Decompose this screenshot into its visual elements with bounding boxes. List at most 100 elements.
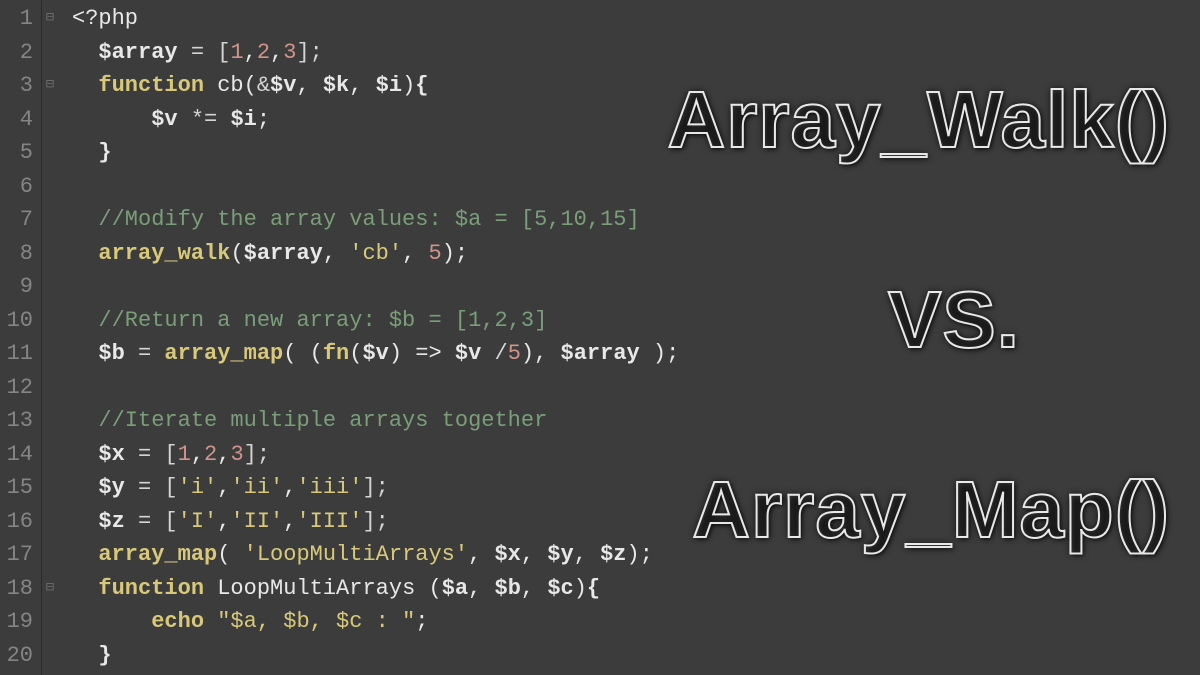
token-punct: , [349, 73, 375, 98]
code-line[interactable]: $array = [1,2,3]; [72, 36, 679, 70]
fold-marker[interactable]: ⊟ [44, 69, 56, 103]
token-fn-name: LoopMultiArrays [217, 576, 415, 601]
token-var: $k [323, 73, 349, 98]
token-op [72, 475, 98, 500]
token-comment: //Iterate multiple arrays together [98, 408, 547, 433]
code-line[interactable]: function LoopMultiArrays ($a, $b, $c){ [72, 572, 679, 606]
fold-marker[interactable]: ⊟ [44, 2, 56, 36]
token-tag: <?php [72, 6, 138, 31]
token-var: $b [495, 576, 521, 601]
line-number: 16 [4, 505, 33, 539]
fold-marker [44, 103, 56, 137]
token-str: 'i' [178, 475, 218, 500]
fold-marker [44, 36, 56, 70]
token-punct: ) => [389, 341, 455, 366]
code-line[interactable]: //Iterate multiple arrays together [72, 404, 679, 438]
code-line[interactable]: $b = array_map( (fn($v) => $v /5), $arra… [72, 337, 679, 371]
fold-marker [44, 237, 56, 271]
code-line[interactable]: //Modify the array values: $a = [5,10,15… [72, 203, 679, 237]
token-punct: ) [402, 73, 415, 98]
fold-marker [44, 438, 56, 472]
token-kw: fn [323, 341, 349, 366]
token-punct: , [521, 576, 547, 601]
token-comment: //Modify the array values: $a = [5,10,15… [98, 207, 639, 232]
token-punct: ( ( [283, 341, 323, 366]
token-op [72, 107, 151, 132]
line-number: 1 [4, 2, 33, 36]
token-op [204, 609, 217, 634]
fold-marker [44, 605, 56, 639]
token-punct: ; [415, 609, 428, 634]
code-editor: 1234567891011121314151617181920 ⊟⊟⊟ <?ph… [0, 0, 1200, 675]
code-line[interactable]: $z = ['I','II','III']; [72, 505, 679, 539]
token-num: 3 [230, 442, 243, 467]
token-punct: , [574, 542, 600, 567]
fold-marker[interactable]: ⊟ [44, 572, 56, 606]
code-line[interactable]: } [72, 136, 679, 170]
code-line[interactable]: $x = [1,2,3]; [72, 438, 679, 472]
line-number: 12 [4, 371, 33, 405]
token-num: 2 [257, 40, 270, 65]
line-number: 15 [4, 471, 33, 505]
token-str: 'I' [178, 509, 218, 534]
line-number-gutter: 1234567891011121314151617181920 [0, 0, 42, 675]
token-op: *= [178, 107, 231, 132]
token-fn-name: cb [217, 73, 243, 98]
token-punct: ( [230, 241, 243, 266]
code-line[interactable]: array_map( 'LoopMultiArrays', $x, $y, $z… [72, 538, 679, 572]
token-op [204, 576, 217, 601]
token-var: $array [244, 241, 323, 266]
token-brace: { [587, 576, 600, 601]
token-op: = [ [125, 475, 178, 500]
code-area[interactable]: <?php $array = [1,2,3]; function cb(&$v,… [60, 0, 679, 675]
line-number: 6 [4, 170, 33, 204]
token-punct: , [468, 576, 494, 601]
token-kw: echo [151, 609, 204, 634]
code-line[interactable]: } [72, 639, 679, 673]
code-line[interactable]: $v *= $i; [72, 103, 679, 137]
token-var: $array [98, 40, 177, 65]
token-op: ]; [362, 509, 388, 534]
token-var: $i [376, 73, 402, 98]
line-number: 14 [4, 438, 33, 472]
token-punct: , [283, 509, 296, 534]
token-punct: ); [640, 341, 680, 366]
token-str: 'iii' [296, 475, 362, 500]
code-line[interactable] [72, 270, 679, 304]
token-op [72, 308, 98, 333]
token-var: $x [494, 542, 520, 567]
token-punct: ; [257, 107, 270, 132]
token-var: $y [98, 475, 124, 500]
token-var: $z [98, 509, 124, 534]
token-op: = [ [125, 442, 178, 467]
code-line[interactable] [72, 371, 679, 405]
line-number: 11 [4, 337, 33, 371]
code-line[interactable]: //Return a new array: $b = [1,2,3] [72, 304, 679, 338]
line-number: 8 [4, 237, 33, 271]
token-brace: { [415, 73, 428, 98]
token-punct: , [217, 442, 230, 467]
token-op [72, 442, 98, 467]
token-op [72, 509, 98, 534]
code-line[interactable]: function cb(&$v, $k, $i){ [72, 69, 679, 103]
token-op [72, 576, 98, 601]
code-line[interactable]: echo "$a, $b, $c : "; [72, 605, 679, 639]
line-number: 2 [4, 36, 33, 70]
line-number: 19 [4, 605, 33, 639]
code-line[interactable] [72, 170, 679, 204]
token-var: $v [362, 341, 388, 366]
token-op: ]; [244, 442, 270, 467]
token-punct: , [217, 475, 230, 500]
line-number: 13 [4, 404, 33, 438]
token-brace: } [98, 140, 111, 165]
token-var: $c [547, 576, 573, 601]
token-num: 1 [230, 40, 243, 65]
token-punct: , [270, 40, 283, 65]
token-op [72, 140, 98, 165]
token-punct: ( [217, 542, 243, 567]
code-line[interactable]: $y = ['i','ii','iii']; [72, 471, 679, 505]
fold-marker [44, 471, 56, 505]
line-number: 4 [4, 103, 33, 137]
code-line[interactable]: <?php [72, 2, 679, 36]
code-line[interactable]: array_walk($array, 'cb', 5); [72, 237, 679, 271]
